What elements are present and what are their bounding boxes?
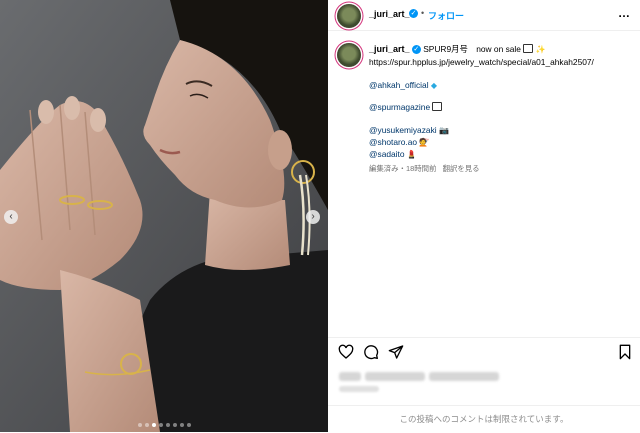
action-bar	[328, 337, 640, 366]
verified-badge-icon: ✓	[409, 9, 418, 18]
post-time: 18時間前	[405, 164, 437, 173]
makeup-emoji-icon: 💄	[406, 150, 417, 159]
caption-avatar[interactable]	[337, 43, 361, 67]
carousel-dot	[144, 423, 149, 427]
comments-restricted-notice: この投稿へのコメントは制限されています。	[328, 405, 640, 433]
carousel-dot	[165, 423, 170, 427]
gem-emoji-icon: ◆	[430, 81, 438, 90]
edited-label: 編集済み	[369, 164, 399, 173]
follow-button[interactable]: フォロー	[428, 9, 464, 22]
carousel-dot	[186, 423, 191, 427]
box-emoji-icon	[523, 44, 534, 53]
post-date-blurred	[339, 386, 379, 392]
caption-url[interactable]: https://spur.hpplus.jp/jewelry_watch/spe…	[369, 57, 594, 68]
carousel-dot	[137, 423, 142, 427]
camera-emoji-icon: 📷	[438, 126, 449, 135]
post-side-panel: _juri_art_ ✓ • フォロー … _juri_art_ ✓ SPUR9…	[328, 0, 640, 432]
mention-link[interactable]: @spurmagazine	[369, 102, 430, 112]
dizzy-emoji-icon: ✨	[535, 45, 546, 54]
header-username[interactable]: _juri_art_	[369, 9, 410, 19]
share-icon[interactable]	[388, 344, 404, 360]
carousel-dot	[172, 423, 177, 427]
hairdresser-emoji-icon: 💇	[419, 138, 430, 147]
carousel-dot	[158, 423, 163, 427]
box-emoji-icon	[432, 102, 443, 111]
carousel-next-button[interactable]: ›	[306, 210, 320, 224]
caption-text: SPUR9月号 now on sale	[423, 44, 521, 54]
caption-username[interactable]: _juri_art_	[369, 44, 410, 54]
mention-link[interactable]: @ahkah_official	[369, 80, 429, 90]
avatar[interactable]	[337, 4, 361, 28]
photo-illustration	[0, 0, 328, 432]
header-separator: •	[421, 8, 425, 18]
mention-link[interactable]: @sadaito	[369, 149, 405, 159]
post-header: _juri_art_ ✓ • フォロー …	[328, 0, 640, 31]
mention-line: @spurmagazine	[369, 102, 443, 113]
carousel-prev-button[interactable]: ‹	[4, 210, 18, 224]
heart-icon[interactable]	[338, 344, 354, 360]
comment-icon[interactable]	[363, 344, 379, 360]
mention-line: @ahkah_official ◆	[369, 80, 437, 91]
carousel-dots	[0, 423, 328, 427]
more-options-icon[interactable]: …	[618, 6, 631, 20]
caption-meta: 編集済み・18時間前 翻訳を見る	[369, 163, 480, 174]
mention-line: @sadaito 💄	[369, 149, 417, 160]
mention-link[interactable]: @yusukemiyazaki	[369, 125, 437, 135]
caption-first-line: _juri_art_ ✓ SPUR9月号 now on sale ✨	[369, 44, 546, 55]
verified-badge-icon: ✓	[411, 45, 421, 55]
carousel-dot	[151, 423, 156, 427]
meta-separator: ・	[398, 164, 406, 173]
post-photo[interactable]: ‹ ›	[0, 0, 328, 432]
likes-summary-blurred	[339, 370, 509, 382]
mention-line: @yusukemiyazaki 📷	[369, 125, 449, 136]
see-translation-button[interactable]: 翻訳を見る	[443, 164, 480, 173]
bookmark-icon[interactable]	[617, 344, 633, 360]
carousel-dot	[179, 423, 184, 427]
mention-link[interactable]: @shotaro.ao	[369, 137, 417, 147]
mention-line: @shotaro.ao 💇	[369, 137, 429, 148]
